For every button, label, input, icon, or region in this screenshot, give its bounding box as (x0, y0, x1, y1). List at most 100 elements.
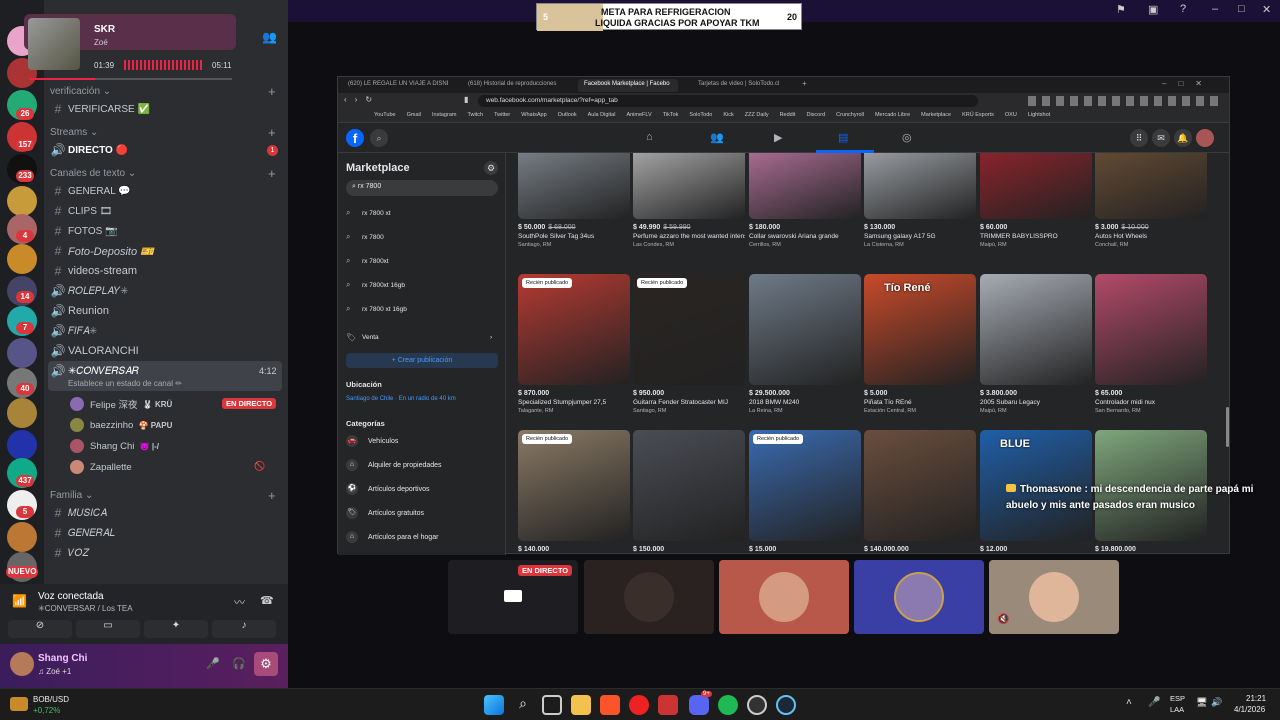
channel-status-text[interactable]: Establece un estado de canal ✏ (68, 379, 182, 388)
mic-icon[interactable]: 🎤 (206, 657, 220, 670)
search-icon[interactable]: ⌕ (370, 129, 388, 147)
keyboard-layout[interactable]: LAA (1170, 705, 1184, 714)
minimize-icon[interactable]: – (1212, 3, 1218, 15)
bookmark-item[interactable]: Marketplace (921, 112, 951, 118)
bookmark-item[interactable]: Gmail (407, 112, 421, 118)
camera-off-button[interactable]: ⊘ (8, 620, 72, 638)
listing-card[interactable]: $ 29.500.000 2018 BMW M240 La Reina, RM (749, 274, 861, 414)
server-icon[interactable] (7, 398, 37, 428)
category-streams[interactable]: Streams ⌄ + (50, 125, 276, 140)
clock-time[interactable]: 21:21 (1246, 694, 1266, 703)
discord-icon[interactable] (689, 695, 709, 715)
search-suggestion[interactable]: ⌕ rx 7800xt 16gb (346, 275, 496, 295)
server-icon[interactable] (7, 338, 37, 368)
video-icon[interactable]: ▶ (774, 131, 782, 144)
bookmark-item[interactable]: Twitter (494, 112, 510, 118)
stream-tile[interactable] (584, 560, 714, 634)
menu-icon[interactable]: ⠿ (1130, 129, 1148, 147)
media-progress-track[interactable] (30, 78, 232, 80)
channel-general2[interactable]: # 𝐺𝐸𝑁𝐸𝑅𝐴𝐿 (50, 524, 280, 542)
inbox-icon[interactable]: ▣ (1148, 3, 1158, 16)
search-icon[interactable]: ⌕ (513, 695, 533, 715)
activities-button[interactable]: ✦ (144, 620, 208, 638)
channel-fifa[interactable]: 🔊 𝐹𝐼𝐹𝐴✳ (50, 322, 280, 340)
bookmark-item[interactable]: Mercado Libre (875, 112, 910, 118)
channel-clips[interactable]: # CLIPS 🎞 (50, 202, 280, 220)
listing-card[interactable]: $ 150.000 (633, 430, 745, 553)
listing-card[interactable]: Recién publicado $ 950.000 Guitarra Fender… (633, 274, 745, 414)
listing-card[interactable]: $ 65.000 Controlador midi nux San Bernardo… (1095, 274, 1207, 414)
groups-icon[interactable]: ◎ (902, 131, 912, 144)
url-field[interactable]: web.facebook.com/marketplace/?ref=app_ta… (478, 95, 978, 107)
browser-tab[interactable]: Tarjetas de video | SoloTodo.cl (692, 79, 798, 92)
settings-icon[interactable]: ⚙ (254, 652, 278, 676)
category-alquiler[interactable]: ⌂ Alquiler de propiedades (346, 455, 442, 475)
bookmark-item[interactable]: Instagram (432, 112, 456, 118)
channel-general[interactable]: # GENERAL 💬 (50, 182, 280, 200)
channel-reunion[interactable]: 🔊 Reunion (50, 302, 280, 320)
category-deportivos[interactable]: ⚽ Artículos deportivos (346, 479, 429, 499)
screen-share-button[interactable]: ▭ (76, 620, 140, 638)
user-avatar[interactable] (10, 652, 34, 676)
window-controls[interactable]: –□✕ (1162, 79, 1214, 88)
listing-card[interactable]: Recién publicado $ 870.000 Specialized Stu… (518, 274, 630, 414)
voice-user[interactable]: Zapallette (70, 459, 132, 475)
soundboard-button[interactable]: ♪ (212, 620, 276, 638)
bookmark-item[interactable]: ZZZ Daily (745, 112, 769, 118)
listing-card[interactable]: $ 180.000 Collar swarovski Ariana grande C… (749, 153, 861, 248)
bookmark-item[interactable]: Kick (723, 112, 733, 118)
listing-card[interactable]: $ 3.800.000 2005 Subaru Legacy Maipú, RM (980, 274, 1092, 414)
bookmark-item[interactable]: OXU (1005, 112, 1017, 118)
channel-voz[interactable]: # 𝑉𝑂𝑍 (50, 544, 280, 562)
voice-user[interactable]: Shang Chi 😈 |-/ (70, 438, 159, 454)
listing-card[interactable]: $ 49.990 $ 59.990 Perfume azzaro the most … (633, 153, 745, 248)
category-vehiculos[interactable]: 🚗 Vehículos (346, 431, 398, 451)
bookmark-item[interactable]: TikTok (663, 112, 679, 118)
steam-icon[interactable] (776, 695, 796, 715)
file-explorer-icon[interactable] (571, 695, 591, 715)
listing-card[interactable]: $ 50.000 $ 68.000 SouthPole Silver Tag 34u… (518, 153, 630, 248)
notifications-icon[interactable]: 🔔 (1174, 129, 1192, 147)
bookmark-item[interactable]: Discord (806, 112, 825, 118)
search-input[interactable]: ⌕ rx 7800 (346, 180, 498, 196)
category-verificacion[interactable]: verificación ⌄ + (50, 84, 276, 99)
channel-verificarse[interactable]: # VERIFICARSE ✅ (50, 100, 280, 118)
listing-card[interactable]: $ 140.000.000 (864, 430, 976, 553)
listing-card[interactable]: Recién publicado $ 15.000 (749, 430, 861, 553)
bookmark-item[interactable]: SoloTodo (689, 112, 712, 118)
friends-icon[interactable]: 👥 (710, 131, 724, 144)
clock-date[interactable]: 4/1/2026 (1234, 705, 1265, 714)
browser-tab-active[interactable]: Facebook Marketplace | Facebo (578, 79, 678, 92)
stream-tile[interactable]: 🔇 (989, 560, 1119, 634)
facebook-logo[interactable]: f (346, 129, 364, 147)
category-gratuitos[interactable]: 🏷 Artículos gratuitos (346, 503, 424, 523)
channel-foto-deposito[interactable]: # Foto-Deposito 🎫 (50, 242, 280, 260)
obs-icon[interactable] (747, 695, 767, 715)
flag-icon[interactable]: ⚑ (1116, 3, 1126, 16)
bookmark-item[interactable]: YouTube (374, 112, 396, 118)
channel-conversar[interactable]: 🔊 ✳𝐶𝑂𝑁𝑉𝐸𝑅𝑆𝐴𝑅 4:12 (50, 362, 280, 380)
gear-icon[interactable]: ⚙ (484, 161, 498, 175)
channel-valoranchi[interactable]: 🔊 VALORANCHI (50, 342, 280, 360)
create-listing-button[interactable]: + Crear publicación (346, 353, 498, 368)
channel-musica[interactable]: # 𝑀𝑈𝑆𝐼𝐶𝐴 (50, 504, 280, 522)
youtube-icon[interactable] (629, 695, 649, 715)
marketplace-icon[interactable]: ▤ (838, 131, 848, 144)
bookmark-item[interactable]: Crunchyroll (836, 112, 864, 118)
browser-tab[interactable]: (618) Historial de reproducciones (462, 79, 568, 92)
bookmark-item[interactable]: WhatsApp (521, 112, 546, 118)
search-suggestion[interactable]: ⌕ rx 7800 xt 16gb (346, 299, 496, 319)
bookmark-item[interactable]: Twitch (467, 112, 483, 118)
home-icon[interactable]: ⌂ (646, 131, 653, 143)
category-familia[interactable]: Familia ⌄ + (50, 488, 276, 503)
category-texto[interactable]: Canales de texto ⌄ + (50, 166, 276, 181)
maximize-icon[interactable]: □ (1238, 3, 1245, 15)
add-friend-icon[interactable]: 👥 (262, 30, 277, 44)
language[interactable]: ESP (1170, 694, 1185, 703)
stream-tile[interactable] (854, 560, 984, 634)
venta-link[interactable]: 🏷 Venta › (346, 327, 496, 347)
listing-card[interactable]: $ 60.000 TRIMMER BABYLISSPRO Maipú, RM (980, 153, 1092, 248)
scrollbar[interactable] (1226, 407, 1229, 447)
voice-channel-name[interactable]: ✳CONVERSAR / Los TEA (38, 604, 133, 613)
tray-chevron-icon[interactable]: ˄ (1126, 697, 1132, 708)
